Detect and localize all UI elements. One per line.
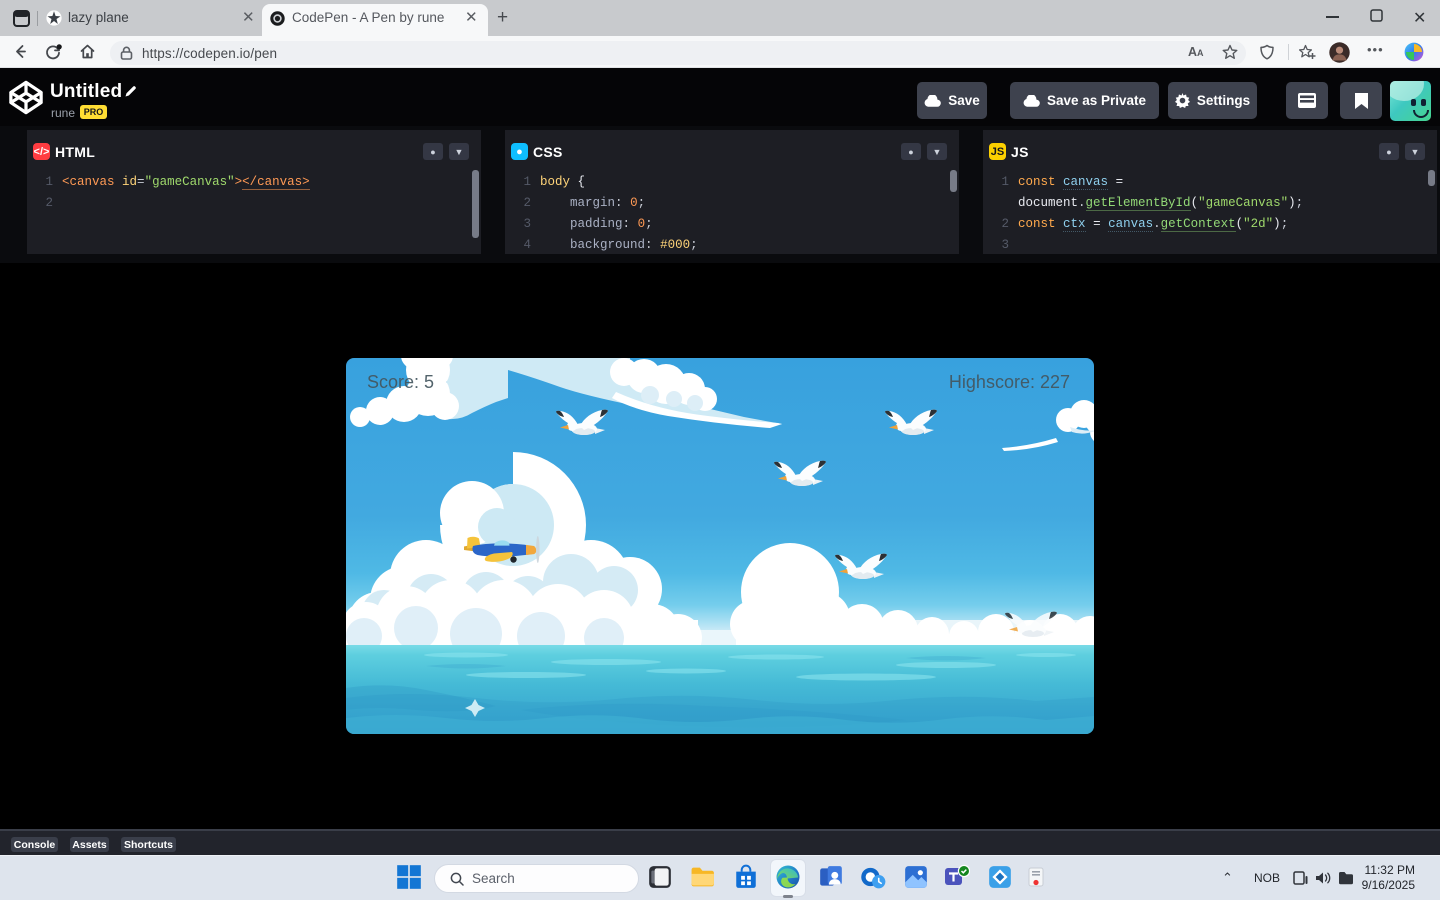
svg-text:Highscore: 227: Highscore: 227	[949, 372, 1070, 392]
svg-text:Score: 5: Score: 5	[367, 372, 434, 392]
